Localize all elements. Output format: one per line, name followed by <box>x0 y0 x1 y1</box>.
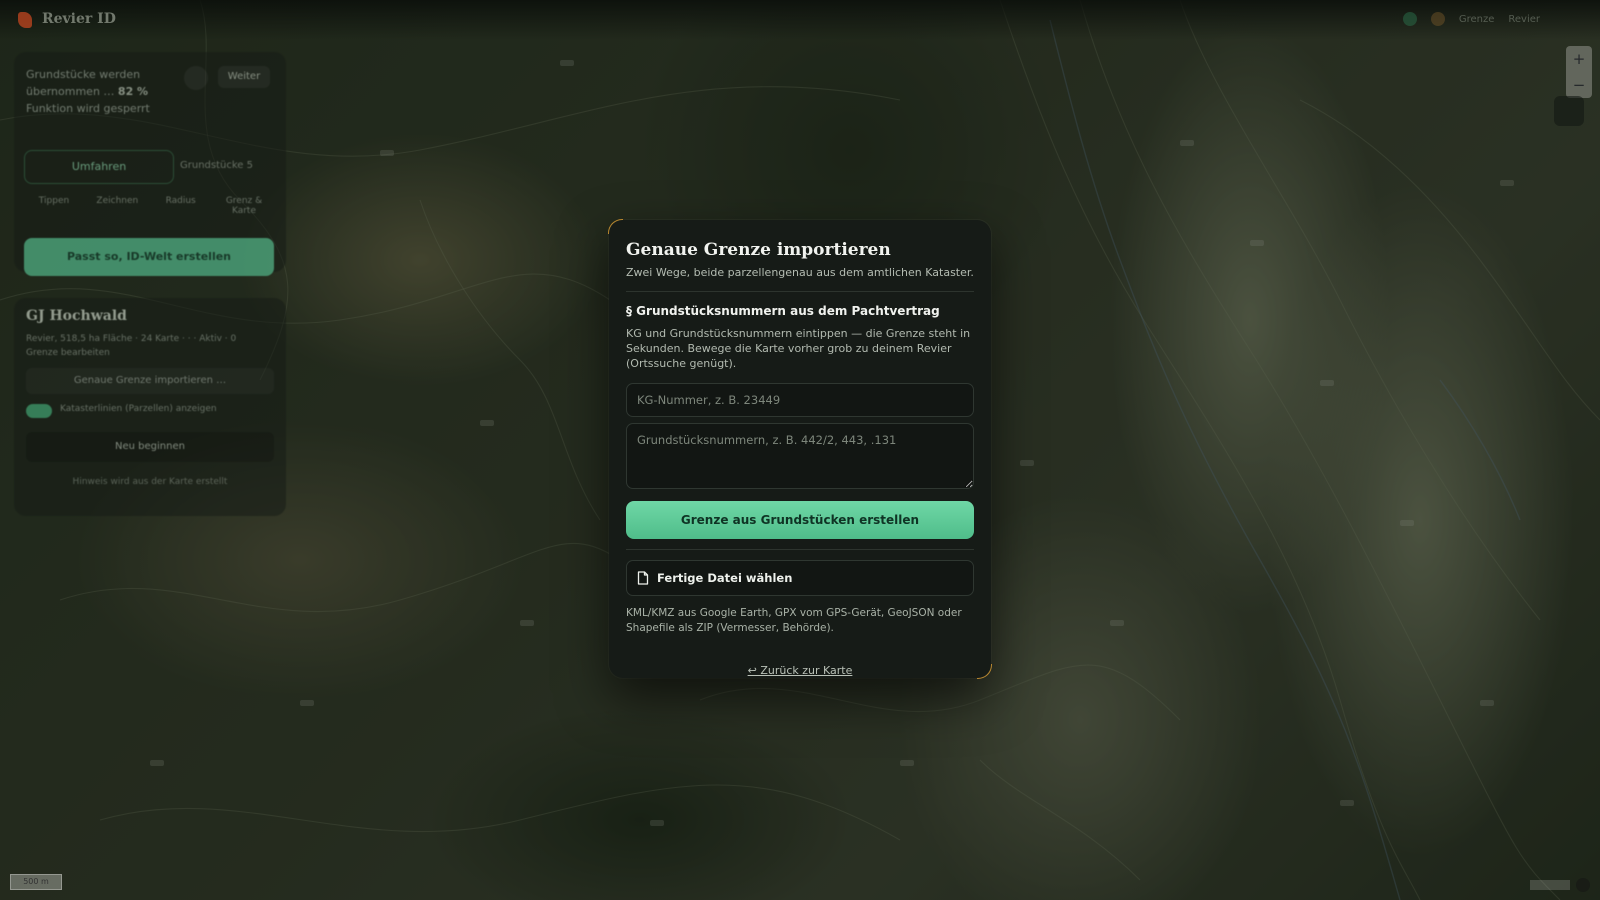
side-panel: Grundstücke werden übernommen … 82 % Fun… <box>14 52 286 276</box>
fit-create-button[interactable]: Passt so, ID-Welt erstellen <box>24 238 274 276</box>
create-from-parcels-button[interactable]: Grenze aus Grundstücken erstellen <box>626 501 974 539</box>
file-format-hint: KML/KMZ aus Google Earth, GPX vom GPS-Ge… <box>626 607 962 634</box>
parcel-section-title: § Grundstücksnummern aus dem Pachtvertra… <box>626 304 940 318</box>
map-attribution <box>1530 880 1570 890</box>
status-line-3: Funktion wird gesperrt <box>26 102 150 115</box>
choose-file-label: Fertige Datei wählen <box>657 571 793 585</box>
help-icon[interactable] <box>184 66 208 90</box>
import-boundary-button[interactable]: Genaue Grenze importieren … <box>26 368 274 394</box>
info-icon[interactable] <box>1576 878 1590 892</box>
dialog-subtitle: Zwei Wege, beide parzellengenau aus dem … <box>626 266 974 279</box>
status-dot-icon[interactable] <box>1402 12 1417 26</box>
app-title: Revier ID <box>42 11 116 27</box>
parcel-count-label: Grundstücke <box>180 160 244 171</box>
back-to-map-link[interactable]: ↩ Zurück zur Karte <box>626 664 974 677</box>
drawing-tools: Tippen Zeichnen Radius Grenz & Karte <box>24 196 274 216</box>
divider <box>626 549 974 550</box>
revier-note: Hinweis wird aus der Karte erstellt <box>72 477 228 487</box>
revier-meta: Revier, 518,5 ha Fläche · 24 Karte · · ·… <box>26 332 274 360</box>
revier-card: GJ Hochwald Revier, 518,5 ha Fläche · 24… <box>14 298 286 516</box>
revier-title: GJ Hochwald <box>26 308 127 324</box>
import-boundary-dialog: Genaue Grenze importieren Zwei Wege, bei… <box>608 219 992 679</box>
layers-button[interactable] <box>1554 96 1584 126</box>
status-percent: 82 % <box>117 85 149 98</box>
zoom-control: + − <box>1566 46 1592 98</box>
user-avatar[interactable] <box>1430 12 1445 26</box>
restart-button[interactable]: Neu beginnen <box>26 432 274 462</box>
tool-grenz-karte[interactable]: Grenz & Karte <box>214 196 274 216</box>
revier-edit-link[interactable]: Grenze bearbeiten <box>26 348 110 358</box>
top-item-revier[interactable]: Revier <box>1508 14 1540 25</box>
tool-tippen[interactable]: Tippen <box>24 196 84 216</box>
status-line-1: Grundstücke werden <box>26 68 141 81</box>
tool-radius[interactable]: Radius <box>151 196 211 216</box>
divider <box>626 291 974 292</box>
top-bar-actions: Grenze Revier <box>1402 12 1540 26</box>
parcel-count: Grundstücke 5 <box>180 160 253 171</box>
zoom-in-button[interactable]: + <box>1566 46 1592 72</box>
kg-number-input[interactable] <box>626 383 974 417</box>
status-line-2: übernommen … <box>26 85 115 98</box>
revier-meta-line: Revier, 518,5 ha Fläche · 24 Karte · · ·… <box>26 334 237 344</box>
dialog-title: Genaue Grenze importieren <box>626 240 891 260</box>
parcel-section-description: KG und Grundstücksnummern eintippen — di… <box>626 327 971 370</box>
parcel-count-value: 5 <box>246 160 253 171</box>
parcel-numbers-input[interactable] <box>626 423 974 489</box>
import-status: Grundstücke werden übernommen … 82 % Fun… <box>26 66 176 117</box>
zoom-out-button[interactable]: − <box>1566 72 1592 98</box>
cadastre-toggle-label: Katasterlinien (Parzellen) anzeigen <box>60 404 217 414</box>
weiter-button[interactable]: Weiter <box>218 66 270 88</box>
choose-file-button[interactable]: Fertige Datei wählen <box>626 560 974 596</box>
map-scale: 500 m <box>10 874 62 890</box>
walk-boundary-button[interactable]: Umfahren <box>24 150 174 184</box>
top-bar: Revier ID Grenze Revier <box>0 0 1600 40</box>
tool-zeichnen[interactable]: Zeichnen <box>87 196 147 216</box>
document-icon <box>637 571 649 585</box>
cadastre-toggle[interactable] <box>26 404 52 418</box>
app-logo-icon <box>18 12 32 28</box>
top-item-grenze[interactable]: Grenze <box>1459 14 1495 25</box>
